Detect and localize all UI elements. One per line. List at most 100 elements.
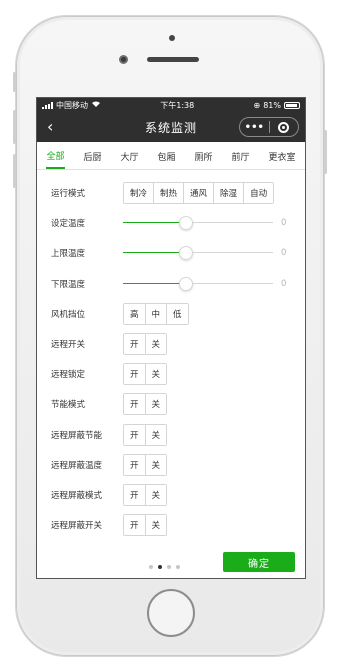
block-energy-label: 远程屏蔽节能 xyxy=(51,430,103,441)
navigation-bar: ‹ 系统监测 ••• xyxy=(37,112,305,142)
page-dot[interactable] xyxy=(149,565,153,569)
slider-handle[interactable] xyxy=(179,216,193,231)
block-power-label: 远程屏蔽开关 xyxy=(51,521,103,532)
switch-row: 远程屏蔽开关 开 关 xyxy=(51,510,305,540)
volume-down-button xyxy=(13,154,16,188)
block-temp-label: 远程屏蔽温度 xyxy=(51,460,103,471)
app-screen: 中国移动 下午1:38 ⊕ 81% ‹ 系统监测 ••• 全部 后厨 大厅 包厢… xyxy=(36,97,306,579)
off-button[interactable]: 关 xyxy=(145,334,167,355)
front-sensor xyxy=(169,35,175,41)
remote-lock-label: 远程锁定 xyxy=(51,370,86,381)
remote-power-toggle: 开 关 xyxy=(123,333,168,356)
slider-handle[interactable] xyxy=(179,276,193,291)
fan-label: 风机挡位 xyxy=(51,309,86,320)
set-temp-value: 0 xyxy=(281,218,287,229)
more-icon[interactable]: ••• xyxy=(240,122,269,133)
remote-lock-toggle: 开 关 xyxy=(123,363,168,386)
fan-option-low[interactable]: 低 xyxy=(167,303,188,324)
lower-temp-value: 0 xyxy=(281,278,287,289)
off-button[interactable]: 关 xyxy=(145,394,167,415)
upper-temp-slider[interactable] xyxy=(123,246,273,261)
rotation-lock-icon: ⊕ xyxy=(253,100,261,110)
block-power-toggle: 开 关 xyxy=(123,514,168,537)
off-button[interactable]: 关 xyxy=(145,424,167,445)
switch-row: 远程屏蔽温度 开 关 xyxy=(51,450,305,480)
mode-option-auto[interactable]: 自动 xyxy=(244,183,274,204)
tab-kitchen[interactable]: 后厨 xyxy=(83,144,101,168)
mode-option-cool[interactable]: 制冷 xyxy=(124,183,155,204)
block-mode-toggle: 开 关 xyxy=(123,483,168,506)
slider-row: 上限温度 0 xyxy=(51,238,305,268)
page-dot[interactable] xyxy=(167,565,171,569)
clock-time: 下午1:38 xyxy=(160,100,195,110)
power-button xyxy=(324,130,327,174)
energy-saving-toggle: 开 关 xyxy=(123,393,168,416)
lower-temp-label: 下限温度 xyxy=(51,279,86,290)
block-energy-toggle: 开 关 xyxy=(123,423,168,446)
close-capsule-icon[interactable] xyxy=(269,121,298,133)
volume-up-button xyxy=(13,110,16,144)
fan-row: 风机挡位 高 中 低 xyxy=(51,299,305,329)
on-button[interactable]: 开 xyxy=(124,364,146,385)
tab-restroom[interactable]: 厕所 xyxy=(194,144,212,168)
upper-temp-label: 上限温度 xyxy=(51,249,86,260)
on-button[interactable]: 开 xyxy=(124,484,146,505)
tab-all[interactable]: 全部 xyxy=(46,143,65,169)
mode-selector: 制冷 制热 通风 除湿 自动 xyxy=(123,182,275,205)
slider-row: 设定温度 0 xyxy=(51,208,305,238)
remote-power-label: 远程开关 xyxy=(51,340,86,351)
on-button[interactable]: 开 xyxy=(124,515,146,536)
signal-icon xyxy=(42,101,53,109)
control-panel: 运行模式 制冷 制热 通风 除湿 自动 设定温度 0 上限温度 0 下限温度 0… xyxy=(37,170,305,540)
chevron-left-icon[interactable]: ‹ xyxy=(47,117,53,136)
tab-locker-room[interactable]: 更衣室 xyxy=(268,144,295,168)
set-temp-slider[interactable] xyxy=(123,216,273,231)
switch-row: 节能模式 开 关 xyxy=(51,389,305,419)
on-button[interactable]: 开 xyxy=(124,454,146,475)
front-camera xyxy=(119,55,128,64)
earpiece-speaker xyxy=(147,57,199,62)
on-button[interactable]: 开 xyxy=(124,394,146,415)
footer-bar: 确定 xyxy=(37,552,305,578)
off-button[interactable]: 关 xyxy=(145,484,167,505)
fan-option-medium[interactable]: 中 xyxy=(145,303,168,324)
off-button[interactable]: 关 xyxy=(145,454,167,475)
miniprogram-capsule: ••• xyxy=(239,117,299,137)
on-button[interactable]: 开 xyxy=(124,334,146,355)
battery-icon xyxy=(283,101,300,109)
lower-temp-slider[interactable] xyxy=(123,276,273,291)
off-button[interactable]: 关 xyxy=(145,364,167,385)
block-temp-toggle: 开 关 xyxy=(123,453,168,476)
tab-hall[interactable]: 大厅 xyxy=(120,144,138,168)
mode-option-heat[interactable]: 制热 xyxy=(154,183,185,204)
confirm-button[interactable]: 确定 xyxy=(223,552,295,572)
fan-option-high[interactable]: 高 xyxy=(124,303,146,324)
area-tabs: 全部 后厨 大厅 包厢 厕所 前厅 更衣室 xyxy=(37,142,305,170)
switch-row: 远程开关 开 关 xyxy=(51,329,305,359)
page-dot-active[interactable] xyxy=(158,565,162,569)
switch-row: 远程锁定 开 关 xyxy=(51,359,305,389)
upper-temp-value: 0 xyxy=(281,248,287,259)
energy-saving-label: 节能模式 xyxy=(51,400,86,411)
home-button[interactable] xyxy=(147,589,195,637)
slider-row: 下限温度 0 xyxy=(51,269,305,299)
page-dot[interactable] xyxy=(176,565,180,569)
tab-private-room[interactable]: 包厢 xyxy=(157,144,175,168)
mode-row: 运行模式 制冷 制热 通风 除湿 自动 xyxy=(51,178,305,208)
tab-front-hall[interactable]: 前厅 xyxy=(231,144,249,168)
mute-switch xyxy=(13,72,16,92)
off-button[interactable]: 关 xyxy=(145,515,167,536)
on-button[interactable]: 开 xyxy=(124,424,146,445)
mode-label: 运行模式 xyxy=(51,189,86,200)
slider-handle[interactable] xyxy=(179,246,193,261)
switch-row: 远程屏蔽模式 开 关 xyxy=(51,480,305,510)
mode-option-dehumidify[interactable]: 除湿 xyxy=(214,183,245,204)
wifi-icon xyxy=(91,100,101,110)
fan-speed-selector: 高 中 低 xyxy=(123,302,189,325)
block-mode-label: 远程屏蔽模式 xyxy=(51,490,103,501)
switch-row: 远程屏蔽节能 开 关 xyxy=(51,420,305,450)
page-indicator xyxy=(149,565,180,569)
battery-percent: 81% xyxy=(263,100,281,110)
set-temp-label: 设定温度 xyxy=(51,219,86,230)
mode-option-fan[interactable]: 通风 xyxy=(184,183,215,204)
